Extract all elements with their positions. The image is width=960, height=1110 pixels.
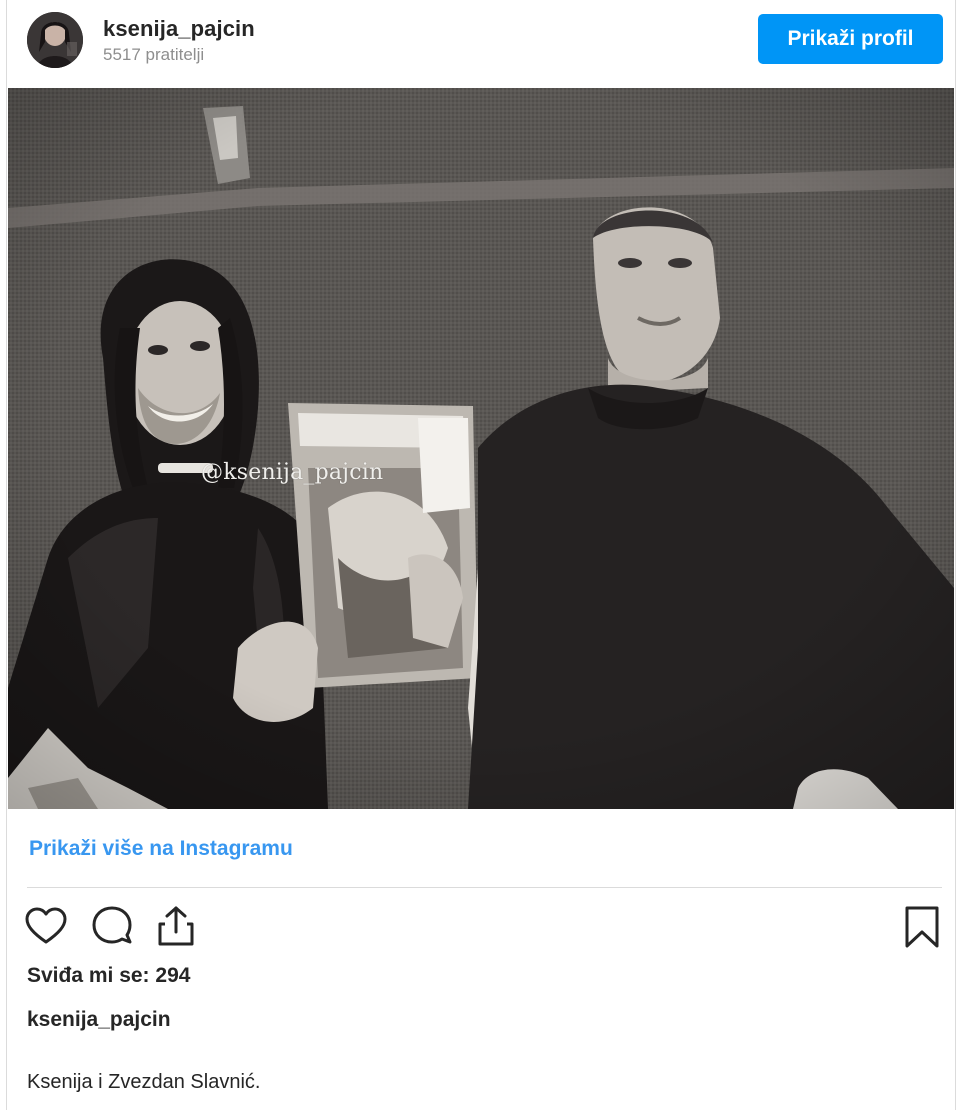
- comment-icon: [92, 906, 132, 944]
- view-profile-button[interactable]: Prikaži profil: [758, 14, 943, 64]
- caption-username[interactable]: ksenija_pajcin: [27, 1008, 171, 1032]
- post-photo[interactable]: @ksenija_pajcin: [8, 88, 954, 809]
- comment-button[interactable]: [89, 904, 135, 950]
- photo-watermark: @ksenija_pajcin: [201, 460, 384, 485]
- instagram-embed-card: ksenija_pajcin 5517 pratitelji Prikaži p…: [6, 0, 956, 1110]
- share-icon: [158, 906, 194, 946]
- follower-count: 5517 pratitelji: [103, 45, 205, 64]
- avatar[interactable]: [27, 12, 83, 68]
- view-more-link[interactable]: Prikaži više na Instagramu: [29, 837, 293, 861]
- heart-icon: [25, 907, 67, 944]
- like-count[interactable]: Sviđa mi se: 294: [27, 964, 190, 988]
- divider: [27, 887, 942, 888]
- post-header: ksenija_pajcin 5517 pratitelji Prikaži p…: [7, 0, 955, 88]
- save-button[interactable]: [899, 904, 945, 950]
- header-username[interactable]: ksenija_pajcin: [103, 16, 255, 42]
- bookmark-icon: [905, 906, 939, 948]
- post-caption: Ksenija i Zvezdan Slavnić.: [27, 1071, 261, 1093]
- like-button[interactable]: [23, 904, 69, 950]
- share-button[interactable]: [153, 904, 199, 950]
